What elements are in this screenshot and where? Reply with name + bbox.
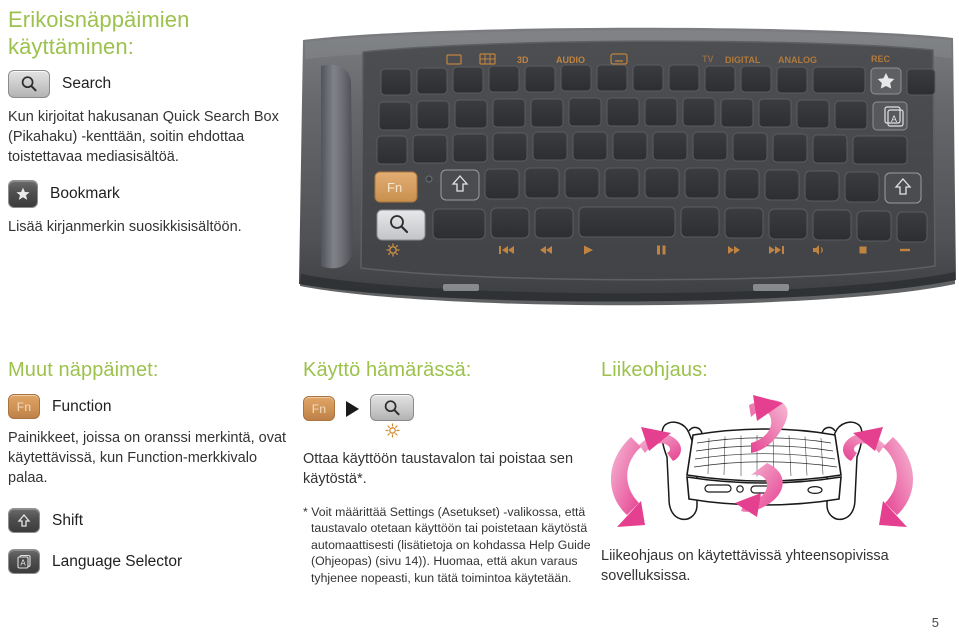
dark-use-description: Ottaa käyttöön taustavalon tai poistaa s…: [303, 451, 574, 487]
svg-text:3D: 3D: [517, 55, 529, 65]
keyboard-svg: 3D AUDIO TV DIGITAL ANALOG REC A Fn: [299, 27, 956, 306]
manual-page: Erikoisnäppäimien käyttäminen: Search Ku…: [0, 0, 959, 638]
function-key-text: Fn: [16, 399, 32, 414]
search-key-chip: [8, 70, 50, 98]
search-icon: [21, 76, 37, 92]
stop-icon: [859, 246, 867, 254]
dark-fn-key-chip: Fn: [303, 396, 335, 421]
mute-icon: [900, 248, 910, 252]
page-number: 5: [931, 615, 939, 630]
search-description: Kun kirjoitat hakusanan Quick Search Box…: [8, 109, 279, 165]
keyboard-fn-led: [425, 175, 433, 183]
language-cards-icon: A: [17, 554, 31, 569]
keyboard-illustration: 3D AUDIO TV DIGITAL ANALOG REC A Fn: [293, 22, 959, 322]
dark-use-key-sequence: Fn: [303, 394, 593, 438]
svg-text:ANALOG: ANALOG: [778, 55, 817, 65]
keyboard-shift-key-left: [440, 169, 480, 201]
svg-text:AUDIO: AUDIO: [556, 55, 585, 65]
keyboard-row-3: [376, 131, 908, 165]
search-key-label: Search: [62, 75, 112, 92]
dark-search-key-chip: [370, 394, 414, 421]
motion-control-illustration: [610, 395, 914, 527]
language-selector-key-chip: A: [8, 549, 40, 574]
svg-text:DIGITAL: DIGITAL: [725, 55, 761, 65]
function-key-label: Function: [52, 397, 112, 415]
arrow-left-outer: [610, 437, 641, 515]
svg-text:REC: REC: [871, 54, 891, 64]
dark-use-section: Käyttö hämärässä: Fn Ottaa käyttöön taus…: [303, 358, 593, 586]
motion-control-description: Liikeohjaus on käytettävissä yhteensopiv…: [601, 548, 889, 584]
search-icon: [384, 399, 400, 415]
language-selector-row: A Language Selector: [8, 549, 293, 574]
dark-search-key-group: [370, 394, 414, 438]
shift-key-chip: [8, 508, 40, 533]
bookmark-key-row: Bookmark: [8, 180, 298, 208]
motion-control-heading: Liikeohjaus:: [601, 359, 708, 381]
function-key-chip: Fn: [8, 394, 40, 419]
language-selector-label: Language Selector: [52, 552, 183, 570]
shift-arrow-icon: [17, 513, 31, 527]
keyboard-shift-key-right: [884, 172, 922, 204]
keyboard-row-5: [376, 206, 928, 243]
keyboard-search-key: [376, 209, 426, 241]
other-keys-heading: Muut näppäimet:: [8, 359, 159, 381]
bookmark-key-label: Bookmark: [50, 185, 120, 202]
other-keys-section: Muut näppäimet: Fn Function Painikkeet, …: [8, 358, 293, 574]
shift-key-row: Shift: [8, 508, 293, 533]
keyboard-foot-right: [753, 284, 789, 291]
shift-key-label: Shift: [52, 511, 84, 529]
svg-text:A: A: [20, 559, 26, 568]
function-key-row: Fn Function: [8, 394, 293, 419]
svg-text:TV: TV: [702, 54, 714, 64]
special-keys-heading: Erikoisnäppäimien käyttäminen:: [8, 7, 190, 59]
brightness-icon: [384, 423, 400, 438]
dark-use-footnote: * Voit määrittää Settings (Asetukset) -v…: [303, 505, 591, 585]
dark-use-heading: Käyttö hämärässä:: [303, 359, 472, 381]
keyboard-row-1: [380, 64, 936, 96]
special-keys-section: Erikoisnäppäimien käyttäminen: Search Ku…: [8, 6, 298, 237]
keyboard-fn-key-text: Fn: [387, 180, 402, 195]
search-key-row: Search: [8, 70, 298, 98]
bookmark-key-chip: [8, 180, 38, 208]
arrow-right-outer: [883, 437, 914, 515]
dark-fn-key-text: Fn: [311, 401, 327, 416]
keyboard-grip-left: [321, 64, 353, 269]
motion-control-section: Liikeohjaus: Liikeohjaus on käytettäviss…: [601, 358, 951, 586]
arrow-right-icon: [346, 401, 359, 417]
function-description: Painikkeet, joissa on oranssi merkintä, …: [8, 430, 287, 486]
star-icon: [16, 187, 30, 200]
keyboard-foot-left: [443, 284, 479, 291]
svg-text:A: A: [891, 114, 897, 124]
bookmark-description: Lisää kirjanmerkin suosikkisisältöön.: [8, 219, 242, 235]
